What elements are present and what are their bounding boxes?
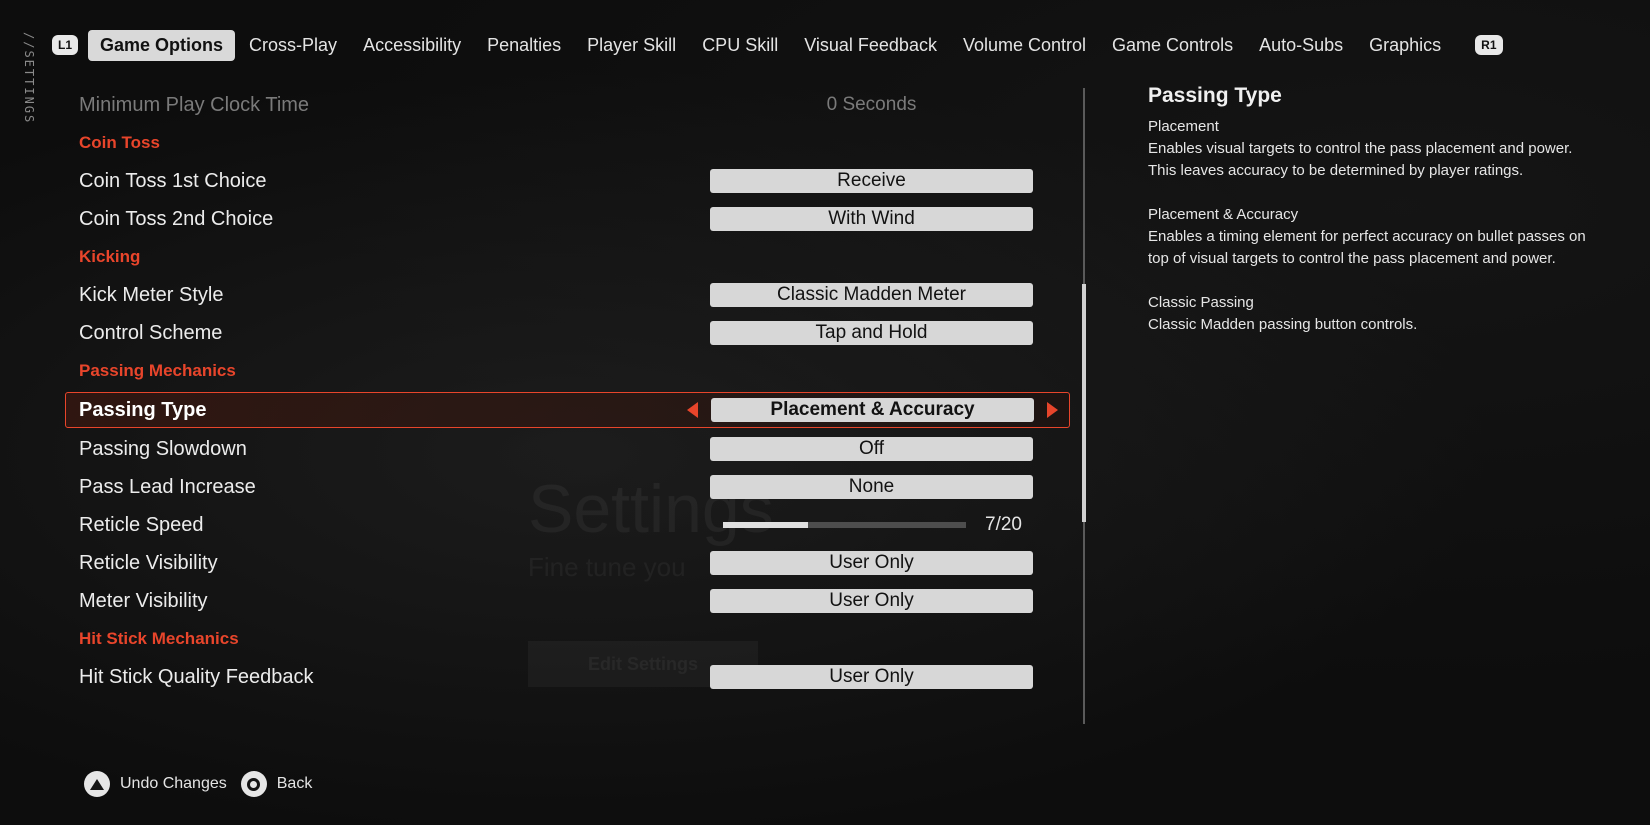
setting-label: Pass Lead Increase xyxy=(79,475,256,498)
setting-row-reticle-speed[interactable]: Reticle Speed 7/20 xyxy=(65,506,1070,544)
setting-row-coin-toss-1st[interactable]: Coin Toss 1st Choice Receive xyxy=(65,162,1070,200)
arrow-right-icon[interactable] xyxy=(1047,402,1058,418)
setting-label: Hit Stick Quality Feedback xyxy=(79,665,314,688)
setting-row-control-scheme[interactable]: Control Scheme Tap and Hold xyxy=(65,314,1070,352)
slider-fill xyxy=(723,522,809,528)
tab-cpu-skill[interactable]: CPU Skill xyxy=(690,30,790,61)
section-header-coin-toss: Coin Toss xyxy=(79,133,160,152)
info-title: Passing Type xyxy=(1148,84,1282,107)
setting-value: 0 Seconds xyxy=(826,94,917,115)
setting-row-coin-toss-2nd[interactable]: Coin Toss 2nd Choice With Wind xyxy=(65,200,1070,238)
setting-label: Minimum Play Clock Time xyxy=(79,93,310,116)
back-hint[interactable]: Back xyxy=(240,771,313,797)
settings-vertical-label: //SETTINGS xyxy=(22,32,36,125)
setting-value-pill[interactable]: User Only xyxy=(710,551,1033,575)
undo-changes-hint[interactable]: Undo Changes xyxy=(84,771,227,797)
setting-row-passing-slowdown[interactable]: Passing Slowdown Off xyxy=(65,430,1070,468)
arrow-left-icon[interactable] xyxy=(687,402,698,418)
setting-label: Kick Meter Style xyxy=(79,283,224,306)
top-navigation: L1 Game Options Cross-Play Accessibility… xyxy=(52,28,1610,62)
info-block-desc: Enables a timing element for perfect acc… xyxy=(1148,228,1586,267)
setting-value-pill[interactable]: Tap and Hold xyxy=(710,321,1033,345)
setting-row-pass-lead-increase[interactable]: Pass Lead Increase None xyxy=(65,468,1070,506)
tab-visual-feedback[interactable]: Visual Feedback xyxy=(792,30,949,61)
setting-value-pill[interactable]: User Only xyxy=(710,665,1033,689)
setting-label: Passing Slowdown xyxy=(79,437,247,460)
setting-row-passing-type[interactable]: Passing Type Placement & Accuracy xyxy=(65,392,1070,428)
setting-row-meter-visibility[interactable]: Meter Visibility User Only xyxy=(65,582,1070,620)
setting-value-pill[interactable]: None xyxy=(710,475,1033,499)
setting-value-pill[interactable]: Receive xyxy=(710,169,1033,193)
slider-value: 7/20 xyxy=(985,514,1022,535)
setting-value-pill[interactable]: Classic Madden Meter xyxy=(710,283,1033,307)
settings-list: Minimum Play Clock Time 0 Seconds Coin T… xyxy=(65,86,1070,696)
info-block-classic-passing: Classic Passing Classic Madden passing b… xyxy=(1148,292,1588,336)
section-header-hit-stick: Hit Stick Mechanics xyxy=(79,629,239,648)
tab-accessibility[interactable]: Accessibility xyxy=(351,30,473,61)
setting-value-pill[interactable]: Off xyxy=(710,437,1033,461)
setting-row-kick-meter-style[interactable]: Kick Meter Style Classic Madden Meter xyxy=(65,276,1070,314)
setting-row-min-play-clock[interactable]: Minimum Play Clock Time 0 Seconds xyxy=(65,86,1070,124)
tab-game-controls[interactable]: Game Controls xyxy=(1100,30,1245,61)
setting-value-pill[interactable]: Placement & Accuracy xyxy=(711,398,1034,422)
info-block-placement-accuracy: Placement & Accuracy Enables a timing el… xyxy=(1148,204,1588,270)
tab-penalties[interactable]: Penalties xyxy=(475,30,573,61)
tab-volume-control[interactable]: Volume Control xyxy=(951,30,1098,61)
info-block-title: Placement xyxy=(1148,118,1219,135)
hint-label: Undo Changes xyxy=(120,775,227,792)
section-header-passing-mechanics: Passing Mechanics xyxy=(79,361,236,380)
triangle-button-icon xyxy=(84,771,110,797)
hint-label: Back xyxy=(276,775,313,792)
setting-label: Reticle Speed xyxy=(79,513,204,536)
tab-game-options[interactable]: Game Options xyxy=(88,29,236,61)
info-block-desc: Classic Madden passing button controls. xyxy=(1148,316,1418,333)
info-block-placement: Placement Enables visual targets to cont… xyxy=(1148,116,1588,182)
setting-label: Coin Toss 1st Choice xyxy=(79,169,267,192)
setting-value-pill[interactable]: With Wind xyxy=(710,207,1033,231)
section-header-kicking: Kicking xyxy=(79,247,141,266)
button-hints: Undo Changes Back xyxy=(84,771,326,797)
info-panel: Passing Type Placement Enables visual ta… xyxy=(1148,84,1588,358)
tab-auto-subs[interactable]: Auto-Subs xyxy=(1247,30,1355,61)
r1-bumper-icon[interactable]: R1 xyxy=(1475,35,1503,55)
circle-button-icon xyxy=(240,771,267,797)
l1-bumper-icon[interactable]: L1 xyxy=(52,35,79,55)
info-block-title: Classic Passing xyxy=(1148,294,1254,311)
setting-label: Control Scheme xyxy=(79,321,223,344)
tab-graphics[interactable]: Graphics xyxy=(1357,30,1453,61)
setting-value-pill[interactable]: User Only xyxy=(710,589,1033,613)
setting-label: Reticle Visibility xyxy=(79,551,218,574)
scrollbar-thumb[interactable] xyxy=(1082,284,1086,522)
setting-row-hit-stick-feedback[interactable]: Hit Stick Quality Feedback User Only xyxy=(65,658,1070,696)
setting-label: Meter Visibility xyxy=(79,589,208,612)
info-block-desc: Enables visual targets to control the pa… xyxy=(1148,140,1573,179)
tab-player-skill[interactable]: Player Skill xyxy=(575,30,688,61)
setting-row-reticle-visibility[interactable]: Reticle Visibility User Only xyxy=(65,544,1070,582)
info-block-title: Placement & Accuracy xyxy=(1148,206,1299,223)
setting-label: Passing Type xyxy=(79,398,207,421)
tab-cross-play[interactable]: Cross-Play xyxy=(237,30,349,61)
reticle-speed-slider[interactable] xyxy=(723,522,966,528)
setting-label: Coin Toss 2nd Choice xyxy=(79,207,274,230)
